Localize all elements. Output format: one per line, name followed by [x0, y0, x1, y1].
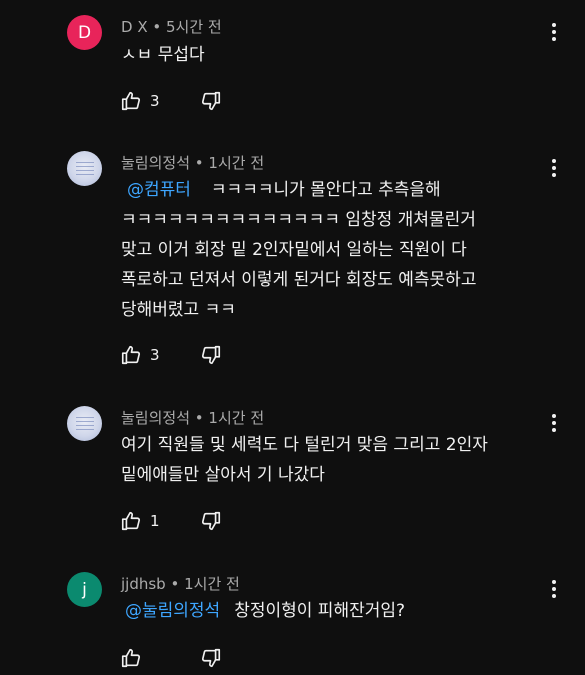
like-button[interactable] — [120, 645, 160, 671]
meta-separator: • — [152, 18, 167, 36]
more-options-icon[interactable] — [545, 412, 563, 434]
author-name[interactable]: jjdhsb — [121, 575, 166, 593]
author-name[interactable]: 눌림의정석 — [121, 154, 190, 172]
comment-text: @눌림의정석 창정이형이 피해잔거임? — [125, 601, 406, 621]
avatar-image — [76, 162, 94, 176]
thumbs-up-icon — [120, 90, 142, 112]
comment-text: 여기 직원들 및 세력도 다 털린거 맞음 그리고 2인자 밑에애들만 살아서 … — [121, 435, 488, 485]
thumbs-down-icon — [200, 344, 222, 366]
comment-time[interactable]: 1시간 전 — [208, 154, 264, 172]
thumbs-down-icon — [200, 90, 222, 112]
comment-meta: D X • 5시간 전 — [121, 16, 222, 37]
thumbs-up-icon — [120, 510, 142, 532]
author-name[interactable]: 눌림의정석 — [121, 409, 190, 427]
comment-time[interactable]: 1시간 전 — [184, 575, 240, 593]
like-button[interactable]: 3 — [120, 88, 160, 114]
like-button[interactable]: 3 — [120, 342, 160, 368]
meta-separator: • — [170, 575, 185, 593]
like-count: 3 — [150, 92, 160, 110]
comment-text: ㅅㅂ 무섭다 — [121, 45, 205, 65]
avatar[interactable] — [67, 151, 102, 186]
like-count: 3 — [150, 346, 160, 364]
avatar-letter: j — [82, 579, 87, 600]
comment-actions — [120, 645, 221, 671]
comment-text: @컴퓨터 ㅋㅋㅋㅋ니가 몰안다고 추측을해 ㅋㅋㅋㅋㅋㅋㅋㅋㅋㅋㅋㅋㅋㅋ 임창정 … — [121, 180, 477, 320]
dislike-button[interactable] — [200, 342, 222, 368]
comment-meta: 눌림의정석 • 1시간 전 — [121, 407, 264, 428]
mention-link[interactable]: @컴퓨터 — [127, 180, 191, 200]
thumbs-down-icon — [200, 647, 222, 669]
more-options-icon[interactable] — [545, 21, 563, 43]
avatar[interactable]: D — [67, 15, 102, 50]
dislike-button[interactable] — [200, 508, 222, 534]
more-options-icon[interactable] — [545, 578, 563, 600]
mention-link[interactable]: @눌림의정석 — [125, 601, 220, 621]
comment-time[interactable]: 5시간 전 — [166, 18, 222, 36]
comment-actions: 3 — [120, 342, 221, 368]
dislike-button[interactable] — [200, 645, 222, 671]
avatar[interactable]: j — [67, 572, 102, 607]
like-count: 1 — [150, 512, 160, 530]
thumbs-up-icon — [120, 647, 142, 669]
dislike-button[interactable] — [200, 88, 222, 114]
avatar[interactable] — [67, 406, 102, 441]
like-button[interactable]: 1 — [120, 508, 160, 534]
comment-actions: 3 — [120, 88, 221, 114]
avatar-image — [76, 417, 94, 431]
meta-separator: • — [194, 154, 209, 172]
more-options-icon[interactable] — [545, 157, 563, 179]
thumbs-down-icon — [200, 510, 222, 532]
author-name[interactable]: D X — [121, 18, 148, 36]
thumbs-up-icon — [120, 344, 142, 366]
comment-time[interactable]: 1시간 전 — [208, 409, 264, 427]
meta-separator: • — [194, 409, 209, 427]
avatar-letter: D — [77, 22, 92, 43]
comment-meta: 눌림의정석 • 1시간 전 — [121, 152, 264, 173]
comment-meta: jjdhsb • 1시간 전 — [121, 573, 240, 594]
comment-actions: 1 — [120, 508, 221, 534]
